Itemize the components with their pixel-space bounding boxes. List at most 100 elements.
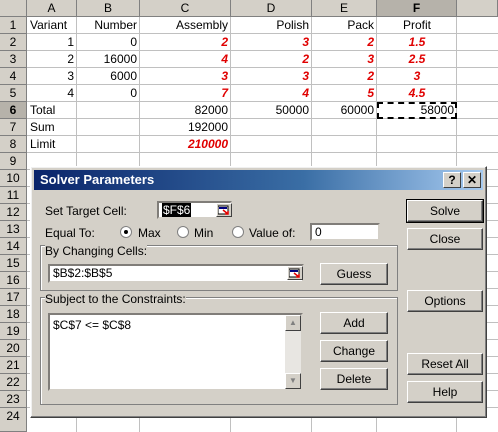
row-header[interactable]: 19 bbox=[0, 323, 27, 340]
max-label[interactable]: Max bbox=[138, 226, 161, 240]
row-header[interactable]: 15 bbox=[0, 255, 27, 272]
dialog-titlebar[interactable]: Solver Parameters ? ✕ bbox=[34, 170, 483, 190]
cell-c1[interactable]: Assembly bbox=[140, 17, 231, 34]
cell-a3[interactable]: 2 bbox=[27, 51, 77, 68]
cell-b2[interactable]: 0 bbox=[77, 34, 140, 51]
row-header[interactable]: 12 bbox=[0, 204, 27, 221]
cell-b1[interactable]: Number bbox=[77, 17, 140, 34]
cell-e5[interactable]: 5 bbox=[312, 85, 377, 102]
row-header[interactable]: 24 bbox=[0, 408, 27, 432]
cell-d6[interactable]: 50000 bbox=[231, 102, 312, 119]
value-of-label[interactable]: Value of: bbox=[249, 226, 295, 240]
cell-f1[interactable]: Profit bbox=[377, 17, 457, 34]
cell-c7[interactable]: 192000 bbox=[140, 119, 231, 136]
solve-button[interactable]: Solve bbox=[406, 199, 484, 223]
help-title-button[interactable]: ? bbox=[443, 172, 461, 188]
row-header[interactable]: 3 bbox=[0, 51, 27, 68]
row-header[interactable]: 17 bbox=[0, 289, 27, 306]
row-header[interactable]: 11 bbox=[0, 187, 27, 204]
scroll-down-icon[interactable]: ▼ bbox=[285, 373, 301, 389]
changing-ref-button[interactable] bbox=[287, 266, 303, 280]
cell-d5[interactable]: 4 bbox=[231, 85, 312, 102]
col-header-a[interactable]: A bbox=[27, 0, 77, 17]
cell-a1[interactable]: Variant bbox=[27, 17, 77, 34]
gridline bbox=[27, 135, 498, 136]
cell-b3[interactable]: 16000 bbox=[77, 51, 140, 68]
col-header-b[interactable]: B bbox=[77, 0, 140, 17]
constraints-scrollbar[interactable]: ▲ ▼ bbox=[285, 315, 301, 389]
row-header[interactable]: 18 bbox=[0, 306, 27, 323]
row-header[interactable]: 14 bbox=[0, 238, 27, 255]
select-all-corner[interactable] bbox=[0, 0, 27, 17]
row-header[interactable]: 7 bbox=[0, 119, 27, 136]
max-radio[interactable] bbox=[120, 226, 132, 238]
cell-c4[interactable]: 3 bbox=[140, 68, 231, 85]
close-title-button[interactable]: ✕ bbox=[463, 172, 481, 188]
cell-c5[interactable]: 7 bbox=[140, 85, 231, 102]
row-header[interactable]: 6 bbox=[0, 102, 27, 119]
constraints-list[interactable]: $C$7 <= $C$8 ▲ ▼ bbox=[48, 313, 303, 391]
scroll-up-icon[interactable]: ▲ bbox=[285, 315, 301, 331]
row-header[interactable]: 23 bbox=[0, 391, 27, 408]
guess-button[interactable]: Guess bbox=[320, 263, 388, 285]
cell-f5[interactable]: 4.5 bbox=[377, 85, 457, 102]
cell-c3[interactable]: 4 bbox=[140, 51, 231, 68]
value-of-field[interactable]: 0 bbox=[310, 223, 380, 241]
changing-cells-field[interactable]: $B$2:$B$5 bbox=[48, 264, 304, 283]
reset-all-button[interactable]: Reset All bbox=[407, 353, 483, 375]
cell-a4[interactable]: 3 bbox=[27, 68, 77, 85]
cell-a7[interactable]: Sum bbox=[27, 119, 77, 136]
cell-c2[interactable]: 2 bbox=[140, 34, 231, 51]
value-of-radio[interactable] bbox=[232, 226, 244, 238]
cell-d3[interactable]: 2 bbox=[231, 51, 312, 68]
cell-e6[interactable]: 60000 bbox=[312, 102, 377, 119]
delete-button[interactable]: Delete bbox=[320, 368, 388, 390]
cell-f4[interactable]: 3 bbox=[377, 68, 457, 85]
equal-to-label: Equal To: bbox=[45, 226, 95, 240]
col-header-d[interactable]: D bbox=[231, 0, 312, 17]
cell-d2[interactable]: 3 bbox=[231, 34, 312, 51]
cell-a8[interactable]: Limit bbox=[27, 136, 77, 153]
cell-d4[interactable]: 3 bbox=[231, 68, 312, 85]
cell-d1[interactable]: Polish bbox=[231, 17, 312, 34]
cell-e1[interactable]: Pack bbox=[312, 17, 377, 34]
row-header[interactable]: 21 bbox=[0, 357, 27, 374]
min-label[interactable]: Min bbox=[194, 226, 213, 240]
row-header[interactable]: 13 bbox=[0, 221, 27, 238]
cell-b5[interactable]: 0 bbox=[77, 85, 140, 102]
row-header[interactable]: 4 bbox=[0, 68, 27, 85]
constraint-item[interactable]: $C$7 <= $C$8 bbox=[53, 318, 131, 332]
cell-c8[interactable]: 210000 bbox=[140, 136, 231, 153]
col-header-g[interactable] bbox=[457, 0, 498, 17]
min-radio[interactable] bbox=[177, 226, 189, 238]
cell-e2[interactable]: 2 bbox=[312, 34, 377, 51]
cell-b4[interactable]: 6000 bbox=[77, 68, 140, 85]
collapse-dialog-icon bbox=[289, 268, 300, 278]
cell-a5[interactable]: 4 bbox=[27, 85, 77, 102]
cell-f3[interactable]: 2.5 bbox=[377, 51, 457, 68]
col-header-e[interactable]: E bbox=[312, 0, 377, 17]
row-header[interactable]: 5 bbox=[0, 85, 27, 102]
col-header-c[interactable]: C bbox=[140, 0, 231, 17]
change-button[interactable]: Change bbox=[320, 340, 388, 362]
row-header[interactable]: 20 bbox=[0, 340, 27, 357]
close-button[interactable]: Close bbox=[407, 228, 483, 250]
target-ref-button[interactable] bbox=[216, 203, 232, 217]
row-header[interactable]: 9 bbox=[0, 153, 27, 170]
row-header[interactable]: 1 bbox=[0, 17, 27, 34]
row-header[interactable]: 22 bbox=[0, 374, 27, 391]
cell-c6[interactable]: 82000 bbox=[140, 102, 231, 119]
options-button[interactable]: Options bbox=[407, 290, 483, 312]
cell-e4[interactable]: 2 bbox=[312, 68, 377, 85]
cell-a2[interactable]: 1 bbox=[27, 34, 77, 51]
cell-e3[interactable]: 3 bbox=[312, 51, 377, 68]
cell-f2[interactable]: 1.5 bbox=[377, 34, 457, 51]
row-header[interactable]: 16 bbox=[0, 272, 27, 289]
row-header[interactable]: 2 bbox=[0, 34, 27, 51]
row-header[interactable]: 10 bbox=[0, 170, 27, 187]
row-header[interactable]: 8 bbox=[0, 136, 27, 153]
add-button[interactable]: Add bbox=[320, 312, 388, 334]
col-header-f[interactable]: F bbox=[377, 0, 457, 17]
help-button[interactable]: Help bbox=[407, 381, 483, 403]
cell-a6[interactable]: Total bbox=[27, 102, 77, 119]
